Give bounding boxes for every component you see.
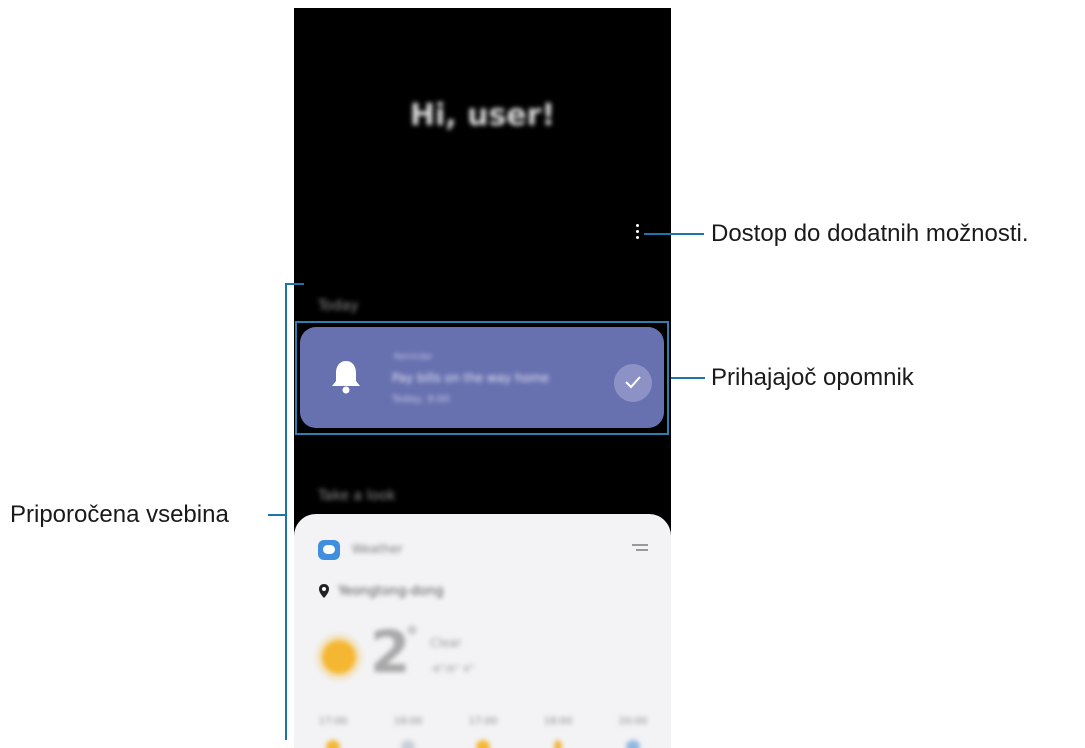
- hourly-icons: [308, 740, 658, 748]
- complete-reminder-button[interactable]: [614, 364, 652, 402]
- label-more-options: Dostop do dodatnih možnosti.: [711, 220, 1029, 247]
- section-title-today: Today: [318, 298, 359, 314]
- weather-card[interactable]: Weather Yeongtong-dong 2 ° Clear -6°/6° …: [294, 514, 671, 748]
- sun-icon: [476, 740, 490, 748]
- bracket-line-top: [286, 283, 304, 285]
- weather-app-icon: [318, 540, 340, 560]
- label-reminder: Prihajajoč opomnik: [711, 364, 914, 391]
- reminder-category: Reminder: [394, 352, 433, 361]
- bell-icon: [332, 361, 360, 394]
- hourly-time: 17:00: [318, 716, 348, 727]
- hourly-time: 18:00: [543, 716, 573, 727]
- hourly-times: 17:00 18:00 17:00 18:00 20:00: [308, 716, 658, 727]
- more-options-icon[interactable]: [635, 224, 641, 242]
- check-icon: [625, 376, 641, 389]
- sun-icon: [322, 640, 356, 674]
- callout-line-more-options: [644, 233, 704, 235]
- card-menu-icon[interactable]: [632, 544, 648, 552]
- cloud-icon: [401, 740, 415, 748]
- hourly-time: 18:00: [393, 716, 423, 727]
- reminder-title: Pay bills on the way home: [392, 371, 550, 385]
- sun-icon: [326, 740, 340, 748]
- weather-app-name: Weather: [352, 542, 403, 556]
- hourly-time: 20:00: [618, 716, 648, 727]
- greeting-text: Hi, user!: [409, 98, 556, 133]
- weather-temperature: 2: [370, 618, 411, 686]
- reminder-time: Today, 9:00: [392, 394, 450, 405]
- reminder-card[interactable]: Reminder Pay bills on the way home Today…: [300, 327, 664, 428]
- phone-screen: Hi, user! Today Reminder Pay bills on th…: [294, 8, 671, 748]
- weather-location: Yeongtong-dong: [338, 584, 444, 599]
- moon-icon: [554, 740, 562, 748]
- location-pin-icon: [319, 584, 329, 598]
- section-title-take-a-look: Take a look: [318, 488, 396, 504]
- temperature-unit: °: [406, 622, 418, 650]
- label-recommended: Priporočena vsebina: [10, 501, 229, 528]
- callout-line-reminder: [671, 377, 705, 379]
- weather-minmax: -6°/6° 4°: [430, 664, 475, 675]
- cloud-icon: [626, 740, 640, 748]
- bracket-line-vertical: [285, 283, 287, 740]
- hourly-time: 17:00: [468, 716, 498, 727]
- weather-condition: Clear: [430, 636, 462, 650]
- callout-line-recommended: [268, 514, 286, 516]
